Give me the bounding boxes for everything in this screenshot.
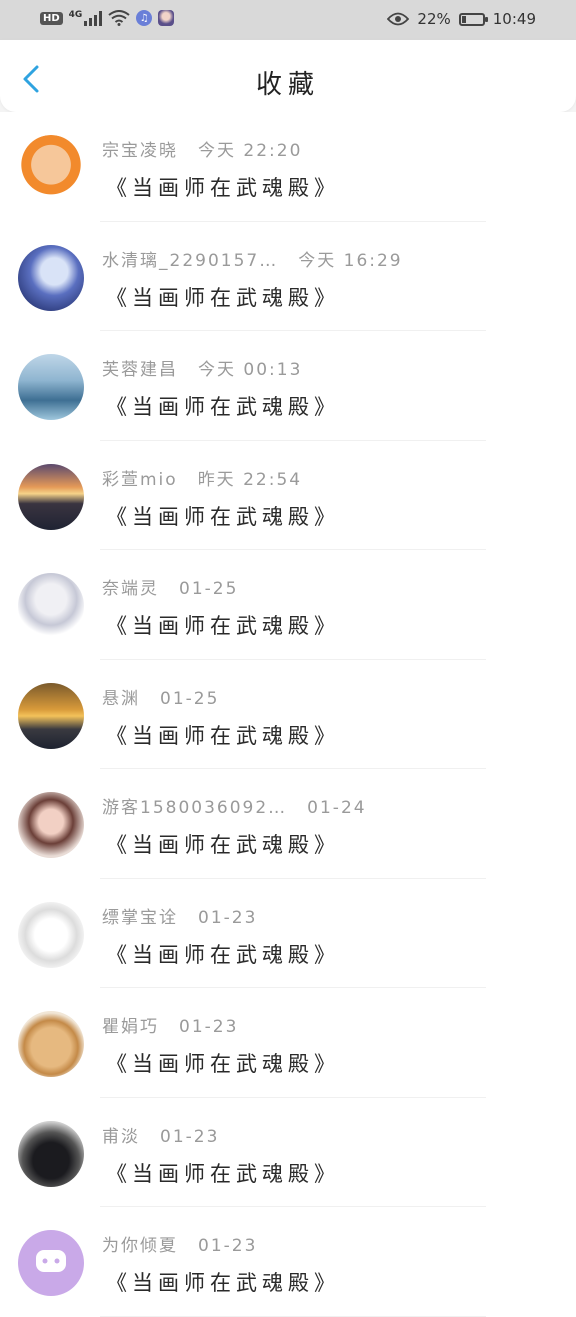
favorite-text: 《当画师在武魂殿》: [106, 614, 340, 638]
sea-girl-avatar[interactable]: [18, 354, 84, 420]
default-chat-avatar[interactable]: [18, 1230, 84, 1296]
username[interactable]: 彩萱mio: [102, 470, 178, 490]
favorites-list: 宗宝凌晓 今天 22:20 《当画师在武魂殿》 水清璃_2290157… 今天 16…: [0, 112, 576, 1317]
timestamp: 01-25: [160, 688, 220, 709]
list-item[interactable]: 水清璃_2290157… 今天 16:29 《当画师在武魂殿》: [0, 222, 576, 331]
list-item[interactable]: 甫淡 01-23 《当画师在武魂殿》: [0, 1098, 576, 1207]
girl-photo-avatar[interactable]: [18, 792, 84, 858]
battery-icon: [458, 12, 488, 26]
username[interactable]: 游客1580036092…: [102, 798, 287, 818]
hd-badge: HD: [40, 11, 63, 25]
top-nav-bar: 收藏: [0, 40, 576, 112]
favorite-text: 《当画师在武魂殿》: [106, 1271, 340, 1295]
favorite-text: 《当画师在武魂殿》: [106, 504, 340, 529]
cartoon-boy-avatar[interactable]: [18, 135, 84, 201]
timestamp: 昨天 22:54: [197, 469, 303, 490]
timestamp: 今天 16:29: [298, 250, 403, 271]
username[interactable]: 缥掌宝诠: [102, 908, 178, 928]
timestamp: 01-23: [198, 1236, 258, 1256]
timestamp: 01-23: [198, 907, 258, 928]
timestamp: 今天 22:20: [198, 141, 303, 161]
wifi-icon: [108, 10, 130, 26]
network-type: 4G: [68, 10, 83, 20]
item-meta: 宗宝凌晓 今天 22:20: [102, 136, 302, 161]
item-meta: 甫淡 01-23: [102, 1122, 219, 1147]
item-meta: 瞿娟巧 01-23: [102, 1012, 238, 1037]
item-meta: 彩萱mio 昨天 22:54: [102, 465, 302, 490]
status-right: 22% 10:49: [387, 10, 536, 28]
timestamp: 今天 00:13: [198, 360, 303, 380]
list-item[interactable]: 为你倾夏 01-23 《当画师在武魂殿》: [0, 1207, 576, 1317]
list-item[interactable]: 彩萱mio 昨天 22:54 《当画师在武魂殿》: [0, 441, 576, 550]
timestamp: 01-25: [179, 579, 239, 599]
username[interactable]: 瞿娟巧: [102, 1017, 159, 1037]
eye-icon: [387, 12, 410, 26]
item-meta: 为你倾夏 01-23: [102, 1231, 257, 1256]
list-item[interactable]: 芙蓉建昌 今天 00:13 《当画师在武魂殿》: [0, 331, 576, 441]
favorite-text: 《当画师在武魂殿》: [106, 942, 340, 967]
anime-boy-avatar[interactable]: [18, 573, 84, 639]
username[interactable]: 芙蓉建昌: [102, 360, 178, 380]
music-app-icon: ♫: [136, 10, 153, 26]
item-meta: 游客1580036092… 01-24: [102, 793, 367, 818]
username[interactable]: 悬渊: [102, 689, 140, 709]
battery-fill: [461, 15, 467, 23]
signal-icon: [84, 10, 103, 26]
toast-avatar[interactable]: [18, 1011, 84, 1077]
anime-girl-avatar[interactable]: [18, 244, 84, 311]
item-meta: 缥掌宝诠 01-23: [102, 903, 257, 928]
favorite-text: 《当画师在武魂殿》: [106, 1161, 340, 1186]
list-item[interactable]: 缥掌宝诠 01-23 《当画师在武魂殿》: [0, 879, 576, 988]
username[interactable]: 水清璃_2290157…: [102, 251, 278, 271]
sunset-avatar[interactable]: [18, 463, 84, 530]
list-item[interactable]: 悬渊 01-25 《当画师在武魂殿》: [0, 660, 576, 769]
dusk-avatar[interactable]: [18, 682, 84, 749]
item-meta: 悬渊 01-25: [102, 684, 219, 709]
username[interactable]: 宗宝凌晓: [102, 141, 178, 161]
timestamp: 01-24: [307, 798, 367, 818]
divider: [100, 1315, 486, 1317]
item-meta: 奈端灵 01-25: [102, 574, 238, 599]
item-meta: 水清璃_2290157… 今天 16:29: [102, 246, 403, 271]
status-bar: HD 4G ♫ 22% 10:49: [0, 0, 576, 40]
favorite-text: 《当画师在武魂殿》: [106, 723, 340, 748]
timestamp: 01-23: [179, 1017, 239, 1037]
car-avatar[interactable]: [18, 1120, 84, 1187]
list-item[interactable]: 奈端灵 01-25 《当画师在武魂殿》: [0, 550, 576, 660]
favorite-text: 《当画师在武魂殿》: [106, 176, 340, 200]
list-item[interactable]: 宗宝凌晓 今天 22:20 《当画师在武魂殿》: [0, 112, 576, 222]
chat-bubble-icon: [36, 1250, 66, 1272]
favorite-text: 《当画师在武魂殿》: [106, 395, 340, 419]
sketch-girl-avatar[interactable]: [18, 901, 84, 968]
status-left: HD 4G ♫: [40, 10, 175, 26]
battery-percent: 22%: [417, 10, 451, 28]
list-item[interactable]: 游客1580036092… 01-24 《当画师在武魂殿》: [0, 769, 576, 879]
favorite-text: 《当画师在武魂殿》: [106, 833, 340, 857]
list-item[interactable]: 瞿娟巧 01-23 《当画师在武魂殿》: [0, 988, 576, 1098]
username[interactable]: 奈端灵: [102, 579, 159, 599]
username[interactable]: 为你倾夏: [102, 1236, 178, 1256]
clock: 10:49: [492, 10, 536, 28]
username[interactable]: 甫淡: [102, 1127, 140, 1147]
item-meta: 芙蓉建昌 今天 00:13: [102, 355, 302, 380]
favorite-text: 《当画师在武魂殿》: [106, 285, 340, 310]
favorite-text: 《当画师在武魂殿》: [106, 1052, 340, 1076]
app-notification-icon: [158, 10, 175, 26]
page-title: 收藏: [255, 70, 320, 100]
timestamp: 01-23: [160, 1126, 220, 1147]
